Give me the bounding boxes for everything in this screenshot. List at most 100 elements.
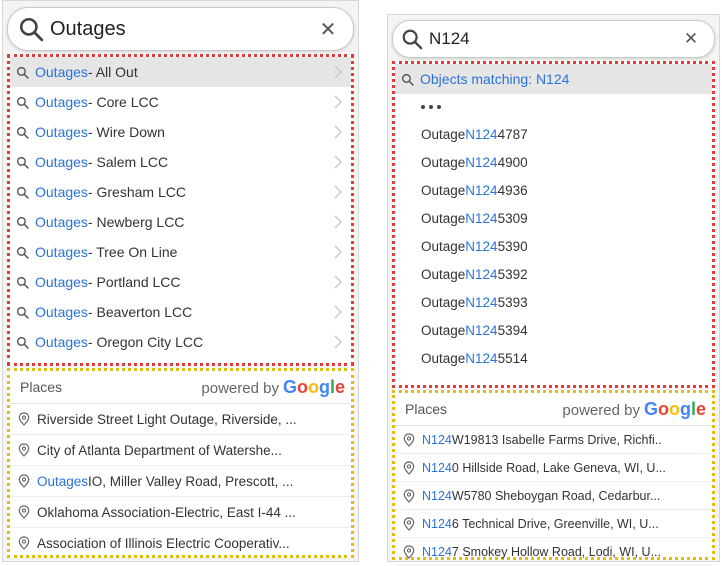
location-pin-icon xyxy=(403,460,415,475)
object-match: N124 xyxy=(465,182,498,198)
place-item[interactable]: N124 W5780 Sheboygan Road, Cedarbur... xyxy=(395,482,712,510)
chevron-right-icon xyxy=(334,95,342,109)
object-item[interactable]: Outage N124 5309 xyxy=(395,204,712,232)
object-id-rest: 5514 xyxy=(497,350,528,366)
object-id-rest: 5392 xyxy=(497,266,528,282)
places-label: Places xyxy=(405,401,448,417)
suggestion-item[interactable]: Outages - Wire Down xyxy=(10,117,351,147)
suggestion-label: - Salem LCC xyxy=(87,154,169,170)
search-box[interactable]: ✕ xyxy=(392,20,715,58)
object-id-rest: 4936 xyxy=(497,182,528,198)
suggestion-label: - Oregon City LCC xyxy=(87,334,204,350)
object-item[interactable]: Outage N124 5392 xyxy=(395,260,712,288)
object-match: N124 xyxy=(465,294,498,310)
object-id-rest: 5394 xyxy=(497,322,528,338)
suggestion-match: Outages xyxy=(35,184,88,200)
place-label: 0 Hillside Road, Lake Geneva, WI, U... xyxy=(451,460,666,475)
suggestion-item[interactable]: Outages - All Out xyxy=(10,57,351,87)
search-input[interactable] xyxy=(429,29,678,49)
location-pin-icon xyxy=(18,474,30,488)
location-pin-icon xyxy=(403,488,415,503)
close-icon[interactable]: ✕ xyxy=(315,17,341,42)
search-box[interactable]: ✕ xyxy=(7,7,354,51)
object-match: N124 xyxy=(465,126,498,142)
suggestion-item[interactable]: Outages - Tree On Line xyxy=(10,237,351,267)
suggestion-match: Outages xyxy=(35,274,88,290)
chevron-right-icon xyxy=(334,215,342,229)
suggestion-match: Outages xyxy=(35,214,88,230)
place-match: N124 xyxy=(422,432,452,447)
suggestion-match: Outages xyxy=(35,64,88,80)
suggestion-item[interactable]: Outages - Gresham LCC xyxy=(10,177,351,207)
object-type: Outage xyxy=(421,182,466,198)
objects-matching-header[interactable]: Objects matching: N124 xyxy=(395,64,712,94)
search-icon xyxy=(16,246,29,259)
place-item[interactable]: City of Atlanta Department of Watershe..… xyxy=(10,435,351,466)
more-results-ellipsis[interactable] xyxy=(395,94,712,120)
place-label: W19813 Isabelle Farms Drive, Richfi.. xyxy=(451,432,662,447)
suggestion-match: Outages xyxy=(35,244,88,260)
object-item[interactable]: Outage N124 4936 xyxy=(395,176,712,204)
suggestion-item[interactable]: Outages - Newberg LCC xyxy=(10,207,351,237)
place-label: Oklahoma Association-Electric, East I-44… xyxy=(37,504,296,520)
search-icon xyxy=(16,126,29,139)
google-logo: Google xyxy=(643,398,706,419)
suggestion-item[interactable]: Outages - Portland LCC xyxy=(10,267,351,297)
suggestion-label: - Wire Down xyxy=(87,124,165,140)
chevron-right-icon xyxy=(334,275,342,289)
suggestion-list: Outages - All Out Outages - Core LCC Outag… xyxy=(7,54,354,366)
object-type: Outage xyxy=(421,294,466,310)
object-match: N124 xyxy=(465,350,498,366)
object-type: Outage xyxy=(421,154,466,170)
location-pin-icon xyxy=(403,544,415,559)
close-icon[interactable]: ✕ xyxy=(678,29,704,49)
chevron-right-icon xyxy=(334,305,342,319)
places-list: Places powered by Google N124 W19813 Isabe… xyxy=(392,390,715,566)
objects-matching-label: Objects matching: N124 xyxy=(420,71,570,87)
object-item[interactable]: Outage N124 5393 xyxy=(395,288,712,316)
location-pin-icon xyxy=(403,432,415,447)
object-id-rest: 5393 xyxy=(497,294,528,310)
place-item[interactable]: Riverside Street Light Outage, Riverside… xyxy=(10,404,351,435)
suggestion-match: Outages xyxy=(35,94,88,110)
suggestion-item[interactable]: Outages - Oregon City LCC xyxy=(10,327,351,357)
suggestion-item[interactable]: Outages - Core LCC xyxy=(10,87,351,117)
object-id-rest: 5309 xyxy=(497,210,528,226)
chevron-right-icon xyxy=(334,155,342,169)
object-id-rest: 4900 xyxy=(497,154,528,170)
suggestion-item[interactable]: Outages - Salem LCC xyxy=(10,147,351,177)
object-type: Outage xyxy=(421,238,466,254)
suggestion-label: - Tree On Line xyxy=(87,244,178,260)
place-item[interactable]: N124 W19813 Isabelle Farms Drive, Richfi.… xyxy=(395,426,712,454)
search-icon xyxy=(401,73,414,86)
location-pin-icon xyxy=(18,505,30,519)
search-icon xyxy=(16,216,29,229)
object-item[interactable]: Outage N124 5394 xyxy=(395,316,712,344)
place-item[interactable]: Association of Illinois Electric Coopera… xyxy=(10,528,351,559)
search-input[interactable] xyxy=(50,17,315,41)
place-item[interactable]: Oklahoma Association-Electric, East I-44… xyxy=(10,497,351,528)
place-match: N124 xyxy=(422,544,452,559)
place-item[interactable]: N124 6 Technical Drive, Greenville, WI, U… xyxy=(395,510,712,538)
object-type: Outage xyxy=(421,210,466,226)
suggestion-label: - Beaverton LCC xyxy=(87,304,193,320)
place-item[interactable]: Outages IO, Miller Valley Road, Prescott,… xyxy=(10,466,351,497)
place-label: City of Atlanta Department of Watershe..… xyxy=(37,442,282,458)
object-item[interactable]: Outage N124 5514 xyxy=(395,344,712,372)
search-icon xyxy=(16,66,29,79)
object-item[interactable]: Outage N124 5390 xyxy=(395,232,712,260)
object-item[interactable]: Outage N124 4787 xyxy=(395,120,712,148)
chevron-right-icon xyxy=(334,65,342,79)
places-header: Places powered by Google xyxy=(10,371,351,404)
place-item[interactable]: N124 0 Hillside Road, Lake Geneva, WI, U.… xyxy=(395,454,712,482)
suggestion-match: Outages xyxy=(35,154,88,170)
object-match: N124 xyxy=(465,266,498,282)
object-match: N124 xyxy=(465,154,498,170)
object-type: Outage xyxy=(421,322,466,338)
suggestion-match: Outages xyxy=(35,124,88,140)
object-item[interactable]: Outage N124 4900 xyxy=(395,148,712,176)
suggestion-item[interactable]: Outages - Beaverton LCC xyxy=(10,297,351,327)
location-pin-icon xyxy=(18,536,30,550)
search-icon xyxy=(16,186,29,199)
place-match: N124 xyxy=(422,488,452,503)
